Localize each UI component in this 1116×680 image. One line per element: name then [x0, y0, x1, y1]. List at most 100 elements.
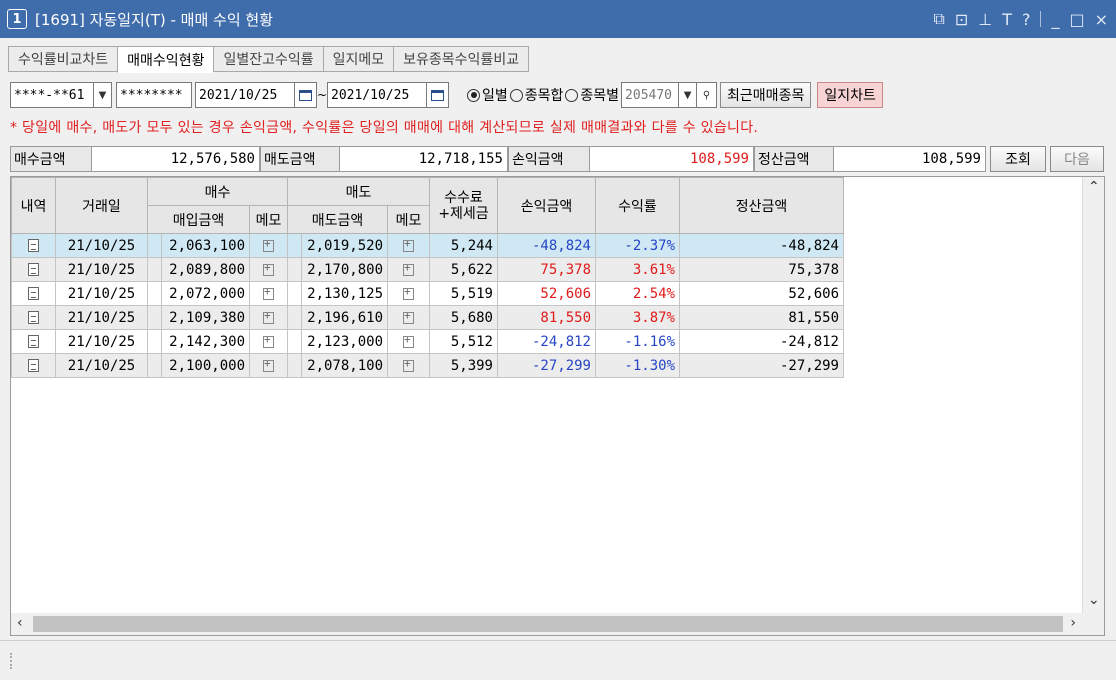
col-buy-amount[interactable]: 매입금액 [147, 205, 250, 234]
query-button[interactable]: 조회 [990, 146, 1046, 172]
next-button[interactable]: 다음 [1050, 146, 1104, 172]
col-buy[interactable]: 매수 [147, 177, 288, 206]
scroll-down-icon[interactable]: ⌄ [1088, 592, 1100, 608]
close-icon[interactable]: × [1095, 10, 1108, 29]
table-row[interactable]: 21/10/252,109,3802,196,6105,68081,5503.8… [11, 305, 844, 330]
buy-memo-cell[interactable] [249, 305, 288, 330]
memo-add-icon[interactable] [263, 333, 274, 348]
table-row[interactable]: 21/10/252,063,1002,019,5205,244-48,824-2… [11, 233, 844, 258]
col-sell[interactable]: 매도 [287, 177, 430, 206]
buy-memo-cell[interactable] [249, 329, 288, 354]
radio-daily[interactable]: 일별 [467, 85, 508, 105]
scroll-left-icon[interactable]: ‹ [17, 615, 23, 631]
scroll-right-icon[interactable]: › [1070, 615, 1076, 631]
password-field[interactable]: ******** [116, 82, 192, 108]
settle-cell: -48,824 [679, 233, 844, 258]
col-rate[interactable]: 수익률 [595, 177, 680, 234]
sell-memo-cell[interactable] [387, 281, 430, 306]
document-icon[interactable] [28, 359, 39, 372]
font-icon[interactable]: T [1002, 10, 1012, 29]
fee-cell: 5,519 [429, 281, 498, 306]
memo-add-icon[interactable] [403, 309, 414, 324]
buy-memo-cell[interactable] [249, 281, 288, 306]
document-icon[interactable] [28, 335, 39, 348]
memo-add-icon[interactable] [263, 261, 274, 276]
col-date[interactable]: 거래일 [55, 177, 148, 234]
calendar-icon[interactable] [295, 82, 317, 108]
stock-code-field[interactable]: 205470 [621, 82, 680, 108]
detail-cell[interactable] [11, 233, 56, 258]
memo-add-icon[interactable] [403, 237, 414, 252]
col-settle[interactable]: 정산금액 [679, 177, 844, 234]
vertical-scrollbar[interactable]: ⌃ ⌄ [1082, 177, 1104, 614]
document-icon[interactable] [28, 239, 39, 252]
link-window-icon[interactable]: ⊡ [955, 10, 968, 29]
recent-stock-button[interactable]: 최근매매종목 [720, 82, 812, 108]
memo-add-icon[interactable] [263, 357, 274, 372]
memo-add-icon[interactable] [403, 357, 414, 372]
sell-memo-cell[interactable] [387, 305, 430, 330]
sell-spacer-cell [287, 257, 302, 282]
date-cell: 21/10/25 [55, 305, 148, 330]
date-from-field[interactable]: 2021/10/25 [195, 82, 295, 108]
buy-memo-cell[interactable] [249, 353, 288, 378]
detail-cell[interactable] [11, 329, 56, 354]
memo-add-icon[interactable] [403, 285, 414, 300]
horizontal-scroll-thumb[interactable] [33, 616, 1063, 632]
sell-memo-cell[interactable] [387, 257, 430, 282]
col-fee[interactable]: 수수료 +제세금 [429, 177, 498, 234]
profit-amount-value: 108,599 [590, 146, 754, 172]
memo-add-icon[interactable] [403, 261, 414, 276]
settle-cell: 75,378 [679, 257, 844, 282]
col-detail[interactable]: 내역 [11, 177, 56, 234]
maximize-icon[interactable]: □ [1069, 10, 1084, 29]
tab-journal-memo[interactable]: 일지메모 [322, 46, 394, 72]
calendar-icon[interactable] [427, 82, 449, 108]
detail-cell[interactable] [11, 305, 56, 330]
table-row[interactable]: 21/10/252,089,8002,170,8005,62275,3783.6… [11, 257, 844, 282]
table-row[interactable]: 21/10/252,072,0002,130,1255,51952,6062.5… [11, 281, 844, 306]
date-to-field[interactable]: 2021/10/25 [327, 82, 427, 108]
radio-stock-sum[interactable]: 종목합 [509, 85, 563, 105]
sell-memo-cell[interactable] [387, 329, 430, 354]
buy-memo-cell[interactable] [249, 233, 288, 258]
memo-add-icon[interactable] [263, 285, 274, 300]
col-sell-memo[interactable]: 메모 [387, 205, 430, 234]
sell-memo-cell[interactable] [387, 353, 430, 378]
search-icon[interactable]: ⚲ [697, 82, 718, 108]
col-buy-memo[interactable]: 메모 [249, 205, 288, 234]
col-sell-amount[interactable]: 매도금액 [287, 205, 388, 234]
account-field[interactable]: ****-**61 [10, 82, 94, 108]
document-icon[interactable] [28, 263, 39, 276]
horizontal-scrollbar[interactable]: ‹ › [11, 613, 1104, 635]
tab-return-compare-chart[interactable]: 수익률비교차트 [8, 46, 118, 72]
account-dropdown-icon[interactable]: ▼ [94, 82, 112, 108]
table-row[interactable]: 21/10/252,142,3002,123,0005,512-24,812-1… [11, 329, 844, 354]
memo-add-icon[interactable] [403, 333, 414, 348]
table-row[interactable]: 21/10/252,100,0002,078,1005,399-27,299-1… [11, 353, 844, 378]
restore-layout-icon[interactable]: ⧉ [933, 9, 944, 29]
buy-amount-cell: 2,089,800 [161, 257, 250, 282]
memo-add-icon[interactable] [263, 309, 274, 324]
tab-trade-profit-status[interactable]: 매매수익현황 [117, 46, 214, 73]
tab-daily-balance-return[interactable]: 일별잔고수익률 [213, 46, 323, 72]
pin-icon[interactable]: ⊥ [978, 10, 992, 29]
col-profit[interactable]: 손익금액 [497, 177, 596, 234]
journal-chart-button[interactable]: 일지차트 [817, 82, 883, 108]
sell-memo-cell[interactable] [387, 233, 430, 258]
resize-grip-icon[interactable] [10, 653, 13, 669]
minimize-icon[interactable]: _ [1051, 10, 1059, 29]
help-icon[interactable]: ? [1022, 10, 1031, 29]
document-icon[interactable] [28, 311, 39, 324]
document-icon[interactable] [28, 287, 39, 300]
memo-add-icon[interactable] [263, 237, 274, 252]
buy-spacer-cell [147, 233, 162, 258]
buy-memo-cell[interactable] [249, 257, 288, 282]
tab-holding-return-compare[interactable]: 보유종목수익률비교 [393, 46, 530, 72]
scroll-up-icon[interactable]: ⌃ [1088, 179, 1100, 195]
detail-cell[interactable] [11, 353, 56, 378]
detail-cell[interactable] [11, 257, 56, 282]
detail-cell[interactable] [11, 281, 56, 306]
radio-by-stock[interactable]: 종목별 [565, 85, 619, 105]
stock-dropdown-icon[interactable]: ▼ [679, 82, 698, 108]
